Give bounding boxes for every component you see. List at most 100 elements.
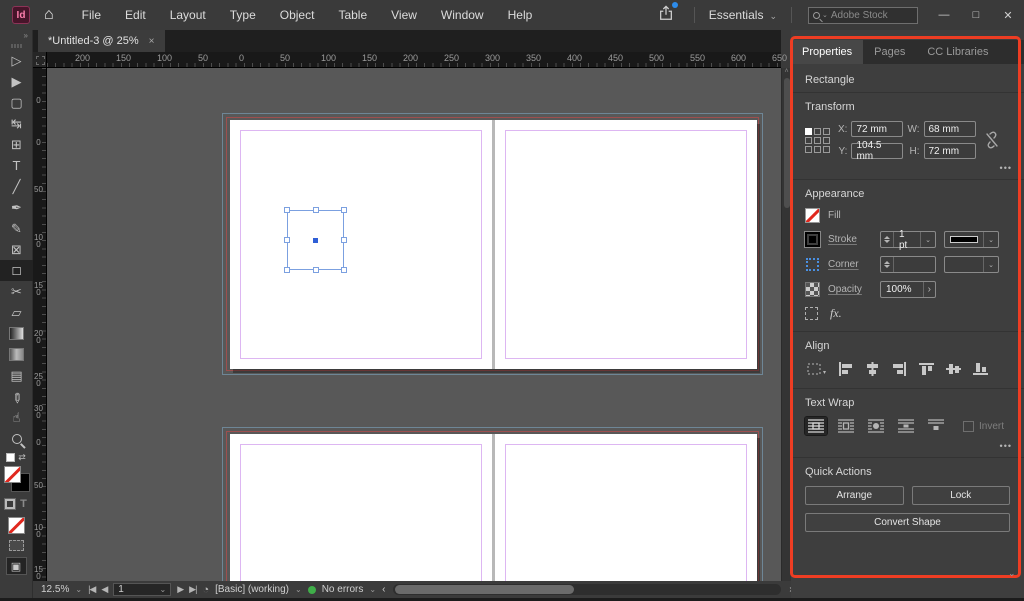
menu-window[interactable]: Window xyxy=(429,0,496,30)
chevron-down-icon[interactable]: ⌄ xyxy=(295,585,302,594)
fill-swatch-none[interactable] xyxy=(4,466,21,483)
document-canvas[interactable] xyxy=(47,68,781,581)
preflight-icon[interactable]: ◔ xyxy=(202,584,209,596)
pencil-tool[interactable]: ✎ xyxy=(0,218,33,239)
gradient-swatch-tool[interactable] xyxy=(0,323,33,344)
page-2-left[interactable] xyxy=(230,434,492,581)
menu-file[interactable]: File xyxy=(70,0,113,30)
wrap-around-bounding-box-button[interactable] xyxy=(835,417,857,435)
opacity-expand-icon[interactable]: › xyxy=(922,282,935,297)
wrap-around-object-shape-button[interactable] xyxy=(865,417,887,435)
maximize-button[interactable]: □ xyxy=(960,0,992,30)
object-style-icon[interactable] xyxy=(805,307,818,320)
y-field[interactable]: 104.5 mm xyxy=(851,140,904,162)
type-tool[interactable]: T xyxy=(0,155,33,176)
home-icon[interactable]: ⌂ xyxy=(44,6,54,24)
vertical-ruler[interactable]: 0 0 50 100 150 200 250 300 0 50 100 150 xyxy=(33,68,47,581)
vertical-scrollbar[interactable]: ˄ xyxy=(781,68,791,581)
align-to-dropdown[interactable]: ▾ xyxy=(805,361,828,378)
opacity-link[interactable]: Opacity xyxy=(828,284,872,295)
convert-shape-button[interactable]: Convert Shape xyxy=(805,513,1010,532)
page-1-left[interactable] xyxy=(230,120,492,369)
zoom-tool[interactable] xyxy=(0,428,33,449)
eyedropper-tool[interactable]: ✐ xyxy=(0,386,33,407)
chevron-down-icon[interactable]: ⌄ xyxy=(983,232,998,247)
menu-edit[interactable]: Edit xyxy=(113,0,158,30)
hand-tool[interactable]: ☝ xyxy=(0,407,33,428)
line-tool[interactable]: ╱ xyxy=(0,176,33,197)
adobe-stock-search-input[interactable]: ⌄ Adobe Stock xyxy=(808,6,918,24)
tab-close-icon[interactable]: × xyxy=(149,36,155,47)
selection-handle-sw[interactable] xyxy=(284,267,290,273)
selection-handle-se[interactable] xyxy=(341,267,347,273)
note-tool[interactable]: ▤ xyxy=(0,365,33,386)
selection-handle-w[interactable] xyxy=(284,237,290,243)
previous-page-button[interactable]: ◀ xyxy=(101,584,108,595)
scroll-left-arrow[interactable]: ‹ xyxy=(382,584,385,595)
first-page-button[interactable]: |◀ xyxy=(88,584,96,595)
stroke-weight-combo[interactable]: 1 pt ⌄ xyxy=(880,229,936,251)
transform-more-options[interactable]: ••• xyxy=(1000,163,1012,173)
selection-tool[interactable]: ▷ xyxy=(0,50,33,71)
zoom-chevron-icon[interactable]: ⌄ xyxy=(75,585,82,594)
menu-layout[interactable]: Layout xyxy=(158,0,218,30)
corner-size-stepper[interactable] xyxy=(881,257,894,272)
scrollbar-thumb[interactable] xyxy=(784,78,790,208)
content-collector-tool[interactable]: ⊞ xyxy=(0,134,33,155)
page-number-field[interactable]: 1 ⌄ xyxy=(113,583,172,596)
menu-object[interactable]: Object xyxy=(268,0,327,30)
arrange-button[interactable]: Arrange xyxy=(805,486,904,505)
tab-properties[interactable]: Properties xyxy=(791,40,864,64)
next-page-button[interactable]: ▶ xyxy=(177,584,184,595)
preflight-preset[interactable]: [Basic] (working) xyxy=(215,584,289,595)
align-right-button[interactable] xyxy=(890,360,909,378)
ruler-origin-corner[interactable] xyxy=(33,52,47,68)
effects-fx-icon[interactable]: fx. xyxy=(830,306,842,321)
align-top-button[interactable] xyxy=(917,360,936,378)
corner-link[interactable]: Corner xyxy=(828,259,872,270)
direct-selection-tool[interactable]: ▶ xyxy=(0,71,33,92)
stroke-weight-stepper[interactable] xyxy=(881,232,894,247)
tools-collapse-icon[interactable]: » xyxy=(0,30,32,41)
selection-handle-n[interactable] xyxy=(312,207,319,213)
corner-size-combo[interactable] xyxy=(880,256,936,273)
align-horizontal-center-button[interactable] xyxy=(863,360,882,378)
stroke-color-dropdown[interactable]: ⌄ xyxy=(944,231,999,248)
page-2-right[interactable] xyxy=(495,434,757,581)
spread-2[interactable] xyxy=(230,434,757,581)
minimize-button[interactable]: — xyxy=(928,0,960,30)
align-bottom-button[interactable] xyxy=(971,360,990,378)
error-status[interactable]: No errors xyxy=(322,584,364,595)
jump-to-next-column-button[interactable] xyxy=(925,417,947,435)
selected-rectangle[interactable] xyxy=(284,207,347,273)
fill-swatch-none[interactable] xyxy=(805,208,820,223)
apply-none-button[interactable] xyxy=(7,517,25,534)
workspace-switcher[interactable]: Essentials ⌄ xyxy=(701,8,785,22)
selection-handle-e[interactable] xyxy=(341,237,347,243)
menu-type[interactable]: Type xyxy=(218,0,268,30)
pen-tool[interactable]: ✒ xyxy=(0,197,33,218)
invert-checkbox[interactable]: Invert xyxy=(963,420,1004,432)
chevron-down-icon[interactable]: ⌄ xyxy=(920,232,935,247)
align-left-button[interactable] xyxy=(836,360,855,378)
opacity-field[interactable]: 100% › xyxy=(880,281,936,298)
panel-scroll-chevron-icon[interactable]: ⌄ xyxy=(1008,568,1016,579)
indesign-logo-icon[interactable]: Id xyxy=(12,6,30,24)
scissors-tool[interactable]: ✂ xyxy=(0,281,33,302)
horizontal-ruler[interactable]: 200 150 100 50 0 50 100 150 200 250 300 350 400 450 50… xyxy=(47,52,787,68)
scrollbar-thumb[interactable] xyxy=(395,585,574,594)
document-tab[interactable]: *Untitled-3 @ 25% × xyxy=(38,30,165,52)
tab-pages[interactable]: Pages xyxy=(863,40,916,64)
rectangle-tool[interactable]: □ xyxy=(0,260,33,281)
tab-cc-libraries[interactable]: CC Libraries xyxy=(916,40,999,64)
menu-help[interactable]: Help xyxy=(496,0,545,30)
default-fill-stroke-icon[interactable]: ⇄ xyxy=(0,449,32,465)
x-field[interactable]: 72 mm xyxy=(851,121,904,137)
rectangle-frame-tool[interactable]: ⊠ xyxy=(0,239,33,260)
zoom-level[interactable]: 12.5% xyxy=(41,584,69,595)
formatting-affects-container-icon[interactable] xyxy=(4,498,17,510)
selection-handle-nw[interactable] xyxy=(284,207,290,213)
last-page-button[interactable]: ▶| xyxy=(189,584,197,595)
selection-center-point[interactable] xyxy=(313,237,318,243)
share-button[interactable] xyxy=(658,1,678,26)
